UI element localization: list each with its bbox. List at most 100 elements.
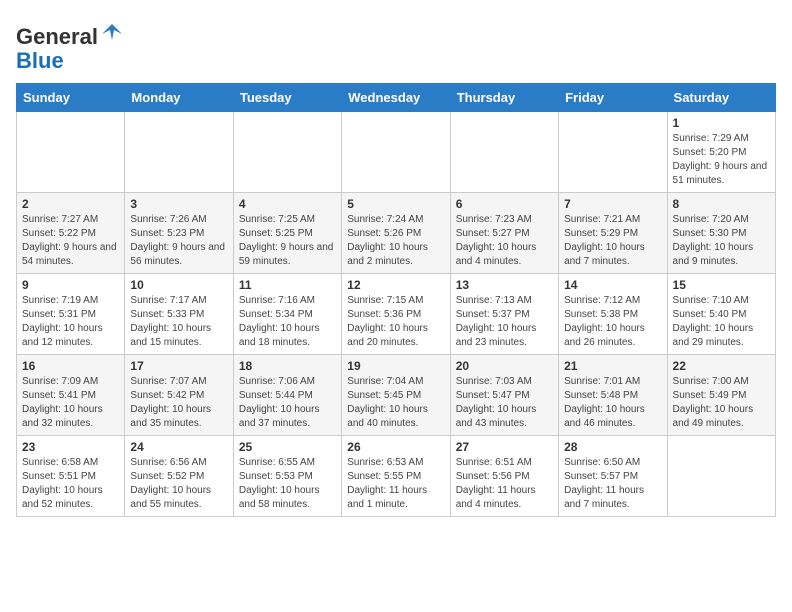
calendar-cell: 25 Sunrise: 6:55 AM Sunset: 5:53 PM Dayli… — [233, 436, 341, 517]
column-header-tuesday: Tuesday — [233, 84, 341, 112]
column-header-thursday: Thursday — [450, 84, 558, 112]
day-number: 10 — [130, 278, 227, 292]
day-number: 20 — [456, 359, 553, 373]
day-number: 27 — [456, 440, 553, 454]
calendar-week-row: 9 Sunrise: 7:19 AM Sunset: 5:31 PM Daylig… — [17, 274, 776, 355]
calendar-cell: 3 Sunrise: 7:26 AM Sunset: 5:23 PM Daylig… — [125, 193, 233, 274]
calendar-cell: 5 Sunrise: 7:24 AM Sunset: 5:26 PM Daylig… — [342, 193, 450, 274]
day-number: 5 — [347, 197, 444, 211]
day-info: Sunrise: 7:16 AM Sunset: 5:34 PM Dayligh… — [239, 294, 336, 350]
day-number: 9 — [22, 278, 119, 292]
day-info: Sunrise: 7:13 AM Sunset: 5:37 PM Dayligh… — [456, 294, 553, 350]
day-info: Sunrise: 7:29 AM Sunset: 5:20 PM Dayligh… — [673, 132, 770, 188]
calendar-cell: 1 Sunrise: 7:29 AM Sunset: 5:20 PM Daylig… — [667, 112, 775, 193]
calendar-cell — [667, 436, 775, 517]
column-header-friday: Friday — [559, 84, 667, 112]
day-info: Sunrise: 7:00 AM Sunset: 5:49 PM Dayligh… — [673, 375, 770, 431]
calendar-cell: 26 Sunrise: 6:53 AM Sunset: 5:55 PM Dayli… — [342, 436, 450, 517]
calendar-cell: 13 Sunrise: 7:13 AM Sunset: 5:37 PM Dayli… — [450, 274, 558, 355]
page-header: General Blue — [16, 16, 776, 73]
day-info: Sunrise: 7:15 AM Sunset: 5:36 PM Dayligh… — [347, 294, 444, 350]
day-info: Sunrise: 7:19 AM Sunset: 5:31 PM Dayligh… — [22, 294, 119, 350]
day-info: Sunrise: 7:07 AM Sunset: 5:42 PM Dayligh… — [130, 375, 227, 431]
calendar-cell — [559, 112, 667, 193]
day-info: Sunrise: 7:10 AM Sunset: 5:40 PM Dayligh… — [673, 294, 770, 350]
calendar-cell: 21Sunrise: 7:01 AM Sunset: 5:48 PM Dayli… — [559, 355, 667, 436]
day-number: 11 — [239, 278, 336, 292]
day-info: Sunrise: 7:24 AM Sunset: 5:26 PM Dayligh… — [347, 213, 444, 269]
calendar-cell: 16 Sunrise: 7:09 AM Sunset: 5:41 PM Dayli… — [17, 355, 125, 436]
calendar-cell — [450, 112, 558, 193]
calendar-cell — [125, 112, 233, 193]
day-info: Sunrise: 7:12 AM Sunset: 5:38 PM Dayligh… — [564, 294, 661, 350]
calendar-cell: 9 Sunrise: 7:19 AM Sunset: 5:31 PM Daylig… — [17, 274, 125, 355]
day-number: 13 — [456, 278, 553, 292]
day-number: 28 — [564, 440, 661, 454]
calendar-header-row: SundayMondayTuesdayWednesdayThursdayFrid… — [17, 84, 776, 112]
day-info: Sunrise: 7:20 AM Sunset: 5:30 PM Dayligh… — [673, 213, 770, 269]
day-number: 6 — [456, 197, 553, 211]
day-info: Sunrise: 7:23 AM Sunset: 5:27 PM Dayligh… — [456, 213, 553, 269]
calendar-cell: 2 Sunrise: 7:27 AM Sunset: 5:22 PM Daylig… — [17, 193, 125, 274]
column-header-wednesday: Wednesday — [342, 84, 450, 112]
calendar-cell: 7 Sunrise: 7:21 AM Sunset: 5:29 PM Daylig… — [559, 193, 667, 274]
calendar-cell: 27 Sunrise: 6:51 AM Sunset: 5:56 PM Dayli… — [450, 436, 558, 517]
day-number: 14 — [564, 278, 661, 292]
day-number: 24 — [130, 440, 227, 454]
calendar-cell: 24Sunrise: 6:56 AM Sunset: 5:52 PM Dayli… — [125, 436, 233, 517]
day-number: 22 — [673, 359, 770, 373]
day-number: 15 — [673, 278, 770, 292]
calendar-cell: 11 Sunrise: 7:16 AM Sunset: 5:34 PM Dayli… — [233, 274, 341, 355]
calendar-cell: 15 Sunrise: 7:10 AM Sunset: 5:40 PM Dayli… — [667, 274, 775, 355]
column-header-sunday: Sunday — [17, 84, 125, 112]
calendar-cell: 14 Sunrise: 7:12 AM Sunset: 5:38 PM Dayli… — [559, 274, 667, 355]
day-number: 26 — [347, 440, 444, 454]
day-number: 7 — [564, 197, 661, 211]
calendar-week-row: 2 Sunrise: 7:27 AM Sunset: 5:22 PM Daylig… — [17, 193, 776, 274]
calendar-week-row: 1 Sunrise: 7:29 AM Sunset: 5:20 PM Daylig… — [17, 112, 776, 193]
calendar-cell: 22 Sunrise: 7:00 AM Sunset: 5:49 PM Dayli… — [667, 355, 775, 436]
day-number: 19 — [347, 359, 444, 373]
calendar-table: SundayMondayTuesdayWednesdayThursdayFrid… — [16, 83, 776, 517]
calendar-cell: 10Sunrise: 7:17 AM Sunset: 5:33 PM Dayli… — [125, 274, 233, 355]
day-number: 1 — [673, 116, 770, 130]
day-number: 16 — [22, 359, 119, 373]
day-info: Sunrise: 7:26 AM Sunset: 5:23 PM Dayligh… — [130, 213, 227, 269]
day-info: Sunrise: 7:06 AM Sunset: 5:44 PM Dayligh… — [239, 375, 336, 431]
day-info: Sunrise: 7:03 AM Sunset: 5:47 PM Dayligh… — [456, 375, 553, 431]
day-info: Sunrise: 7:27 AM Sunset: 5:22 PM Dayligh… — [22, 213, 119, 269]
calendar-cell — [233, 112, 341, 193]
calendar-cell: 12 Sunrise: 7:15 AM Sunset: 5:36 PM Dayli… — [342, 274, 450, 355]
day-number: 8 — [673, 197, 770, 211]
day-number: 17 — [130, 359, 227, 373]
calendar-cell: 4 Sunrise: 7:25 AM Sunset: 5:25 PM Daylig… — [233, 193, 341, 274]
day-info: Sunrise: 6:55 AM Sunset: 5:53 PM Dayligh… — [239, 456, 336, 512]
day-info: Sunrise: 7:04 AM Sunset: 5:45 PM Dayligh… — [347, 375, 444, 431]
calendar-cell — [17, 112, 125, 193]
day-info: Sunrise: 6:51 AM Sunset: 5:56 PM Dayligh… — [456, 456, 553, 512]
calendar-cell: 28 Sunrise: 6:50 AM Sunset: 5:57 PM Dayli… — [559, 436, 667, 517]
logo-general-text: General — [16, 24, 98, 49]
day-number: 21 — [564, 359, 661, 373]
calendar-cell: 19 Sunrise: 7:04 AM Sunset: 5:45 PM Dayli… — [342, 355, 450, 436]
logo: General Blue — [16, 20, 124, 73]
day-info: Sunrise: 7:25 AM Sunset: 5:25 PM Dayligh… — [239, 213, 336, 269]
day-info: Sunrise: 6:53 AM Sunset: 5:55 PM Dayligh… — [347, 456, 444, 512]
day-number: 2 — [22, 197, 119, 211]
logo-bird-icon — [100, 20, 124, 44]
column-header-saturday: Saturday — [667, 84, 775, 112]
calendar-cell: 17 Sunrise: 7:07 AM Sunset: 5:42 PM Dayli… — [125, 355, 233, 436]
day-number: 25 — [239, 440, 336, 454]
calendar-cell: 20 Sunrise: 7:03 AM Sunset: 5:47 PM Dayli… — [450, 355, 558, 436]
day-number: 4 — [239, 197, 336, 211]
day-info: Sunrise: 7:21 AM Sunset: 5:29 PM Dayligh… — [564, 213, 661, 269]
day-info: Sunrise: 6:58 AM Sunset: 5:51 PM Dayligh… — [22, 456, 119, 512]
calendar-cell: 18 Sunrise: 7:06 AM Sunset: 5:44 PM Dayli… — [233, 355, 341, 436]
day-info: Sunrise: 7:09 AM Sunset: 5:41 PM Dayligh… — [22, 375, 119, 431]
day-number: 12 — [347, 278, 444, 292]
day-number: 3 — [130, 197, 227, 211]
calendar-week-row: 23Sunrise: 6:58 AM Sunset: 5:51 PM Dayli… — [17, 436, 776, 517]
logo-blue-text: Blue — [16, 48, 64, 73]
day-info: Sunrise: 6:50 AM Sunset: 5:57 PM Dayligh… — [564, 456, 661, 512]
day-number: 18 — [239, 359, 336, 373]
